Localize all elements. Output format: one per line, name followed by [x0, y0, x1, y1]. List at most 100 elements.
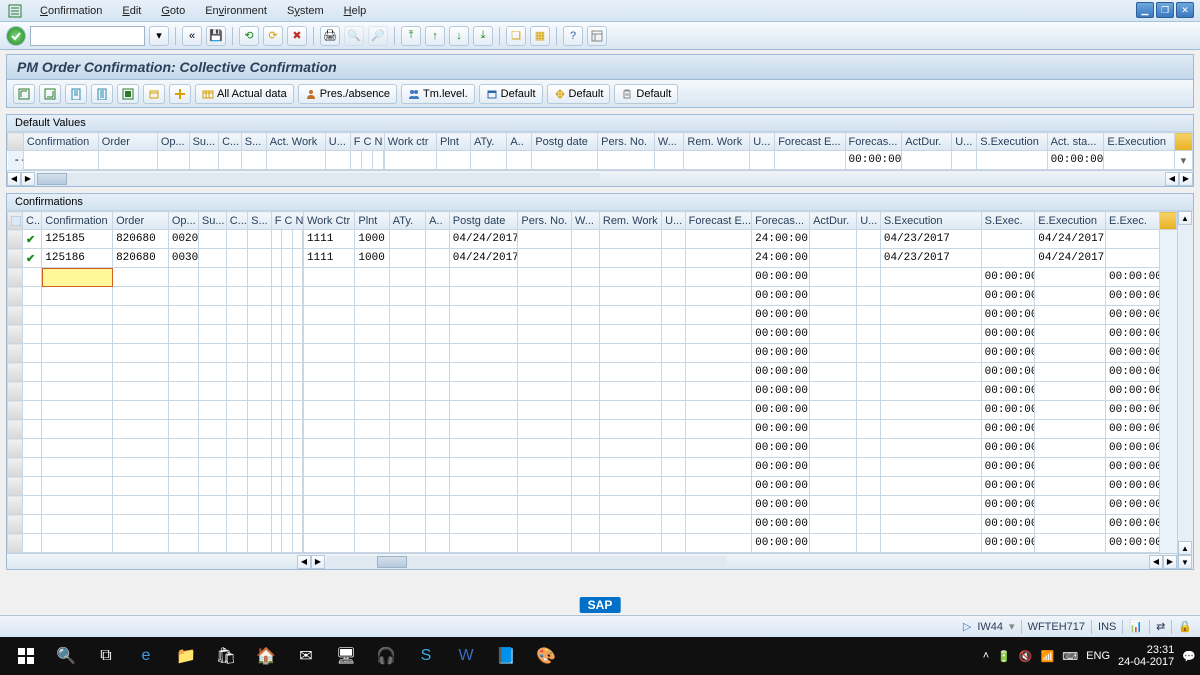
col-postg[interactable]: Postg date	[532, 133, 598, 151]
col-forecas[interactable]: Forecas...	[845, 133, 902, 151]
table-row[interactable]: 00:00:0000:00:0000:00:00	[8, 306, 1177, 325]
hscroll-right-icon[interactable]: ▶	[21, 172, 35, 186]
col-u2[interactable]: U...	[750, 133, 775, 151]
col-eexec[interactable]: E.Execution	[1104, 133, 1174, 151]
app-btn-3[interactable]	[65, 84, 87, 104]
table-row[interactable]: ✔12518582068000201111100004/24/201724:00…	[8, 230, 1177, 249]
tray-lang[interactable]: ENG	[1086, 650, 1110, 662]
col-sexec2[interactable]: S.Execution	[880, 212, 981, 230]
app-btn-2[interactable]	[39, 84, 61, 104]
col-persno2[interactable]: Pers. No.	[518, 212, 572, 230]
search-icon[interactable]: 🔍	[46, 637, 86, 675]
menu-goto[interactable]: Goto	[151, 3, 195, 19]
tm-level-button[interactable]: Tm.level.	[401, 84, 475, 104]
table-row[interactable]: 00:00:0000:00:0000:00:00	[8, 363, 1177, 382]
back-page-icon[interactable]: «	[182, 26, 202, 46]
col-u3b[interactable]: U...	[857, 212, 881, 230]
tray-wifi-icon[interactable]: 📶	[1041, 650, 1055, 663]
app-btn-5[interactable]	[117, 84, 139, 104]
default-1-button[interactable]: Default	[479, 84, 543, 104]
first-page-icon[interactable]: ⤒	[401, 26, 421, 46]
hscroll-left-icon[interactable]: ◀	[297, 555, 311, 569]
close-icon[interactable]: ✕	[1176, 2, 1194, 18]
headphones-icon[interactable]: 🎧	[366, 637, 406, 675]
table-row[interactable]: 00:00:0000:00:0000:00:00	[8, 515, 1177, 534]
col-a2[interactable]: A..	[426, 212, 450, 230]
table-row[interactable]: 00:00:0000:00:0000:00:00	[8, 496, 1177, 515]
app-btn-1[interactable]	[13, 84, 35, 104]
start-icon[interactable]	[6, 637, 46, 675]
default-data-row[interactable]: --> 00:00:00 00:00:00 ▾	[8, 151, 1193, 170]
task-view-icon[interactable]: ⧉	[86, 637, 126, 675]
col-aty2[interactable]: ATy.	[389, 212, 425, 230]
col-aty[interactable]: ATy.	[471, 133, 507, 151]
col-u1[interactable]: U...	[325, 133, 350, 151]
col-fce[interactable]: Forecast E...	[775, 133, 845, 151]
confirm-hscroll[interactable]: ◀ ▶ ◀ ▶	[7, 553, 1177, 569]
status-triangle-icon[interactable]: ▷	[963, 620, 971, 633]
default-hscroll[interactable]: ◀ ▶ ◀ ▶	[7, 170, 1193, 186]
status-icon-3[interactable]: 🔒	[1178, 620, 1192, 633]
vscroll-up-icon[interactable]: ▲	[1178, 211, 1192, 225]
exit-icon[interactable]: ⟳	[263, 26, 283, 46]
col-fcn2[interactable]: F C N	[271, 212, 303, 230]
store-icon[interactable]: 🛍	[206, 637, 246, 675]
app-btn-4[interactable]	[91, 84, 113, 104]
table-row[interactable]: 00:00:0000:00:0000:00:00	[8, 344, 1177, 363]
default-3-button[interactable]: Default	[614, 84, 678, 104]
new-session-icon[interactable]: ❏	[506, 26, 526, 46]
dropdown-icon[interactable]: ▾	[1174, 151, 1192, 170]
command-input[interactable]	[30, 26, 145, 46]
find-icon[interactable]: 🔍	[344, 26, 364, 46]
col-s[interactable]: S...	[241, 133, 266, 151]
col-order[interactable]: Order	[98, 133, 157, 151]
col-c[interactable]: C...	[219, 133, 242, 151]
table-row[interactable]: ✔12518682068000301111100004/24/201724:00…	[8, 249, 1177, 268]
col-c2[interactable]: C..	[23, 212, 42, 230]
select-all-icon[interactable]	[8, 212, 23, 230]
paint-icon[interactable]: 🎨	[526, 637, 566, 675]
table-row[interactable]: 00:00:0000:00:0000:00:00	[8, 534, 1177, 553]
prev-page-icon[interactable]: ↑	[425, 26, 445, 46]
table-row[interactable]: 00:00:0000:00:0000:00:00	[8, 477, 1177, 496]
skype-icon[interactable]: S	[406, 637, 446, 675]
table-row[interactable]: 00:00:0000:00:0000:00:00	[8, 268, 1177, 287]
menu-environment[interactable]: Environment	[195, 3, 277, 19]
col-eexec2[interactable]: E.Execution	[1035, 212, 1106, 230]
col-actdur[interactable]: ActDur.	[902, 133, 952, 151]
status-tcode-menu-icon[interactable]: ▾	[1009, 620, 1015, 633]
tray-chevron-icon[interactable]: ˄	[983, 650, 989, 662]
app-menu-icon[interactable]	[8, 4, 22, 18]
col-remwork[interactable]: Rem. Work	[684, 133, 750, 151]
col-a[interactable]: A..	[507, 133, 532, 151]
help-icon[interactable]: ?	[563, 26, 583, 46]
sap-logon-icon[interactable]: 📘	[486, 637, 526, 675]
command-dropdown-icon[interactable]: ▾	[149, 26, 169, 46]
table-row[interactable]: 00:00:0000:00:0000:00:00	[8, 420, 1177, 439]
minimize-icon[interactable]: ▁	[1136, 2, 1154, 18]
tray-volume-icon[interactable]: 🔇	[1019, 650, 1033, 663]
col-c3[interactable]: C...	[226, 212, 247, 230]
hscroll-left-icon[interactable]: ◀	[7, 172, 21, 186]
col-order2[interactable]: Order	[113, 212, 169, 230]
col-remwork2[interactable]: Rem. Work	[599, 212, 661, 230]
vscroll-down-icon[interactable]: ▼	[1178, 555, 1192, 569]
hscroll-right-icon[interactable]: ▶	[311, 555, 325, 569]
mail-icon[interactable]: ✉	[286, 637, 326, 675]
col-postg2[interactable]: Postg date	[449, 212, 518, 230]
col-op[interactable]: Op...	[157, 133, 189, 151]
col-u2b[interactable]: U...	[662, 212, 686, 230]
tray-keyboard-icon[interactable]: ⌨	[1062, 650, 1078, 663]
find-next-icon[interactable]: 🔎	[368, 26, 388, 46]
col-fcn[interactable]: F C N	[350, 133, 384, 151]
col-fce2[interactable]: Forecast E...	[685, 212, 751, 230]
tray-notifications-icon[interactable]: 💬	[1182, 650, 1196, 663]
col-confirmation2[interactable]: Confirmation	[42, 212, 113, 230]
table-row[interactable]: 00:00:0000:00:0000:00:00	[8, 382, 1177, 401]
col-w[interactable]: W...	[654, 133, 684, 151]
word-icon[interactable]: W	[446, 637, 486, 675]
hscroll-right2-icon[interactable]: ▶	[1163, 555, 1177, 569]
hscroll-left2-icon[interactable]: ◀	[1149, 555, 1163, 569]
col-actsta[interactable]: Act. sta...	[1047, 133, 1104, 151]
pres-absence-button[interactable]: Pres./absence	[298, 84, 397, 104]
